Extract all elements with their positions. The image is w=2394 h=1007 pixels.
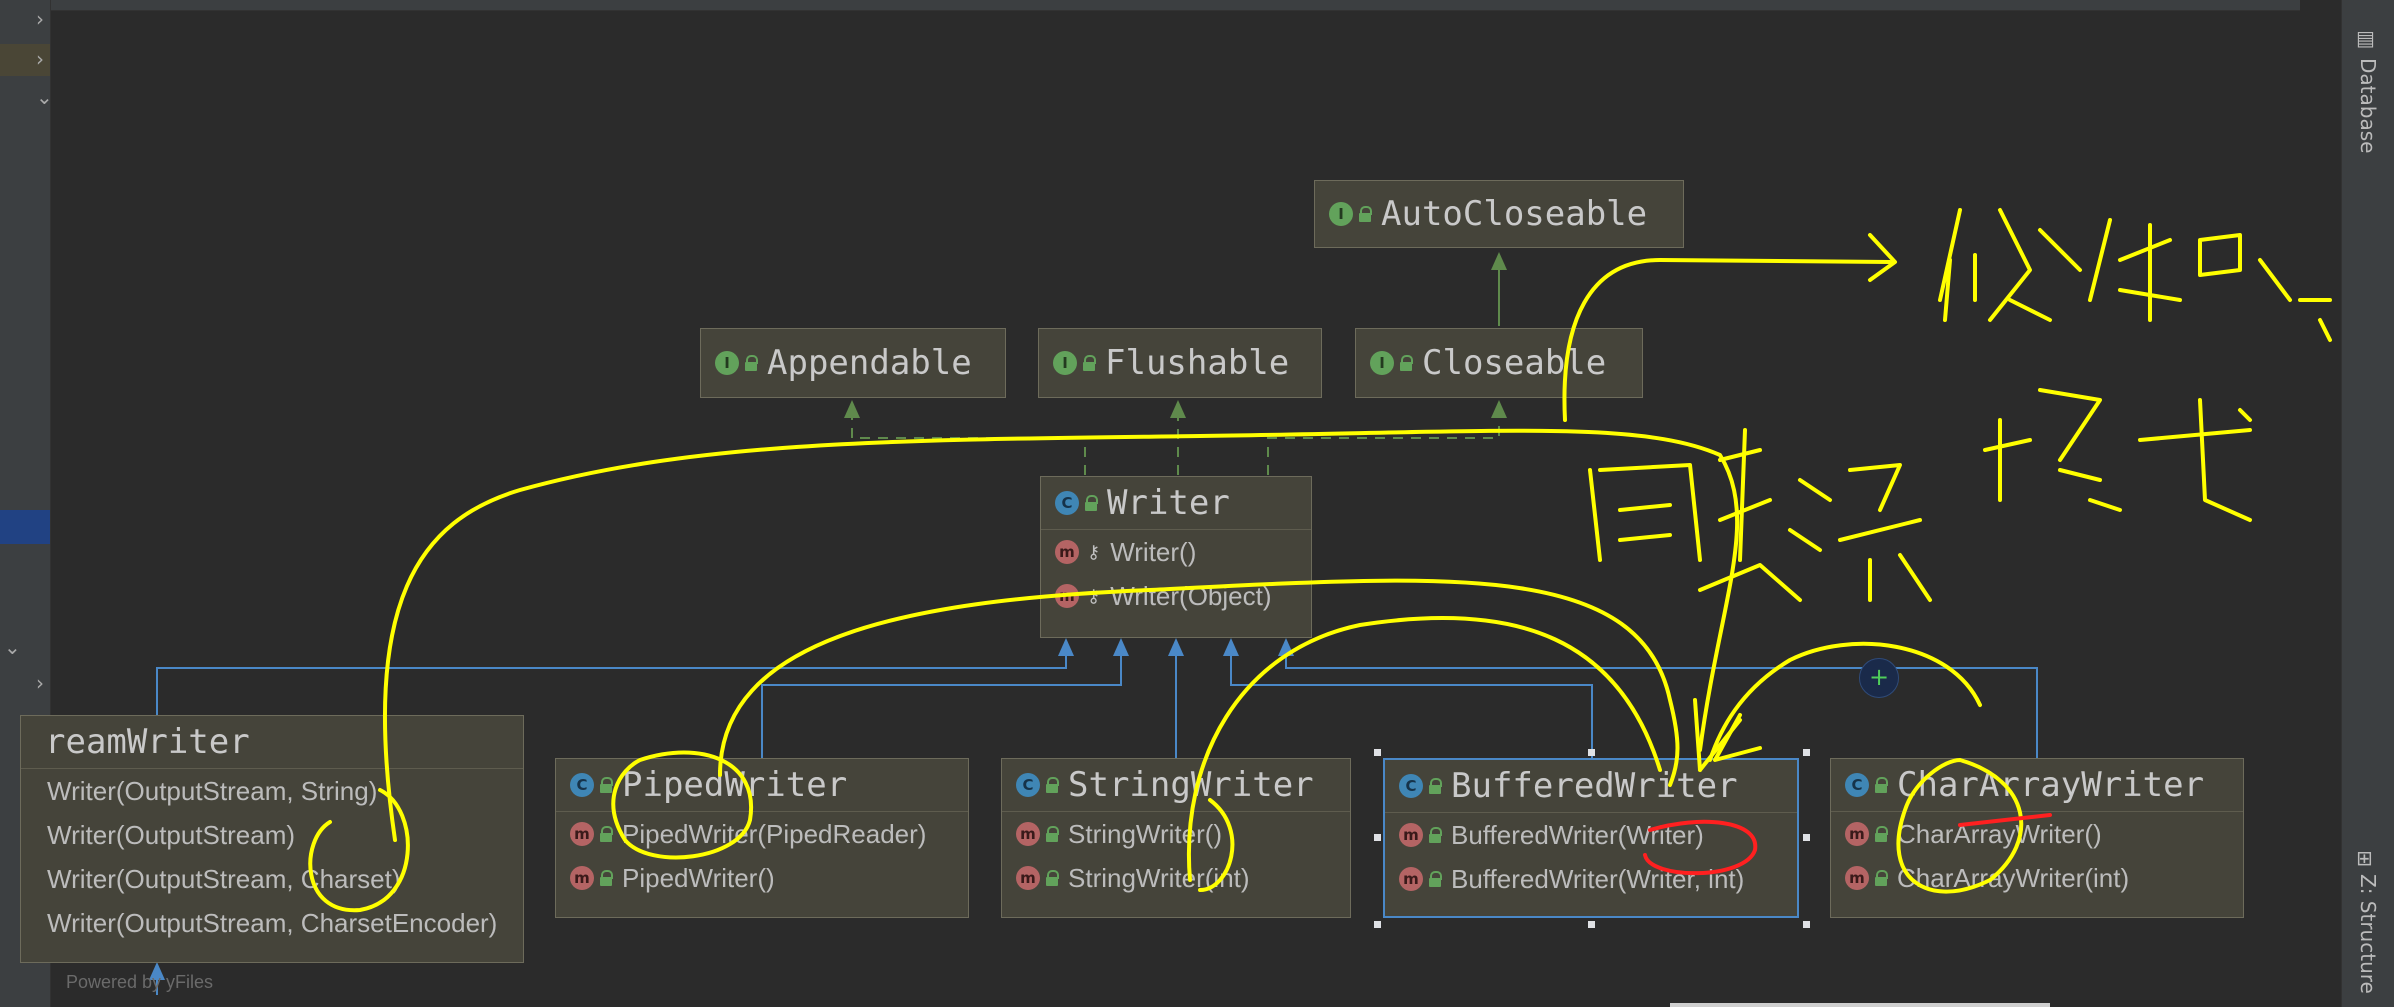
- ink-stroke: [1938, 208, 2082, 322]
- ink-stroke: [1187, 615, 1662, 882]
- ink-stroke: [2198, 233, 2332, 342]
- ink-stroke: [1643, 819, 1758, 876]
- ink-stroke: [308, 788, 410, 913]
- ink-stroke: [1708, 641, 1982, 762]
- ink-stroke: [2138, 398, 2252, 522]
- ink-stroke: [1698, 428, 1802, 602]
- ink-stroke: [1562, 258, 1892, 422]
- ink-stroke: [1983, 388, 2122, 512]
- handwriting-overlay: [308, 208, 2332, 913]
- ink-stroke: [2088, 218, 2182, 322]
- ink-stroke: [1958, 813, 2052, 827]
- ink-stroke: [1868, 233, 1897, 282]
- ink-stroke: [611, 750, 754, 860]
- ink-stroke: [1788, 463, 1932, 602]
- ink-stroke: [1198, 798, 1235, 892]
- ink-stroke: [718, 578, 1680, 787]
- ink-stroke: [383, 428, 1740, 842]
- ink-stroke: [1588, 463, 1702, 562]
